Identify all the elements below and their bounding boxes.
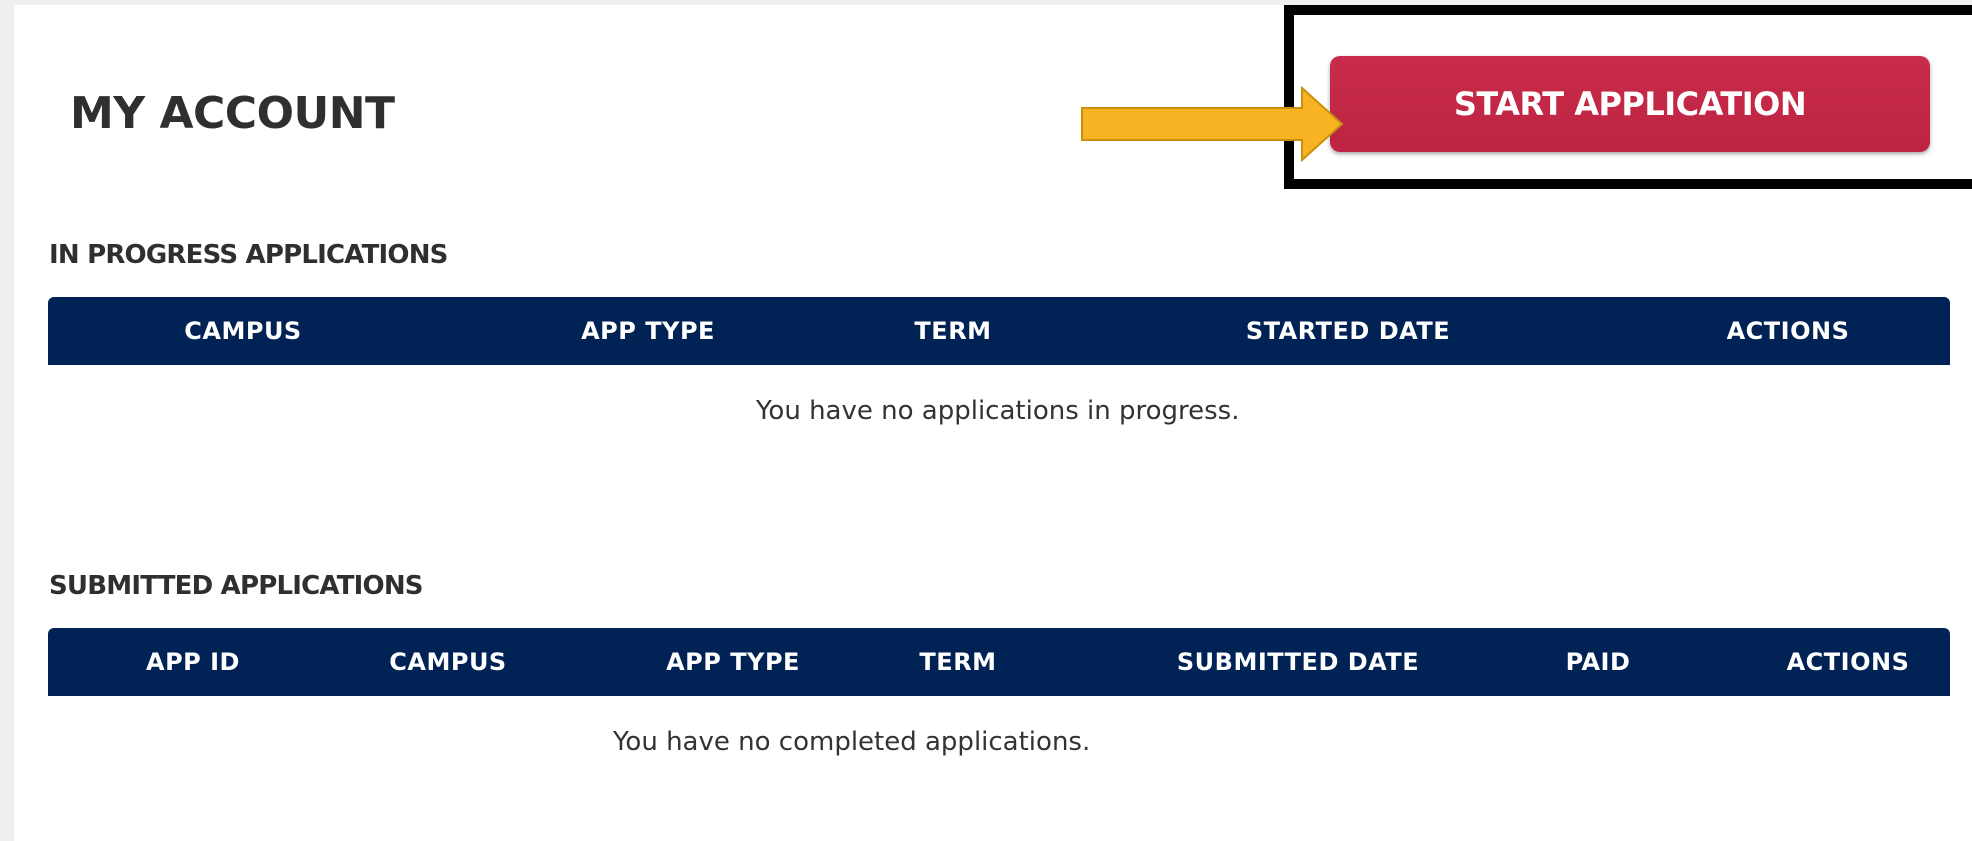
in-progress-table-header: CAMPUS APP TYPE TERM STARTED DATE ACTION… [48, 297, 1950, 365]
submitted-section-title: SUBMITTED APPLICATIONS [49, 571, 424, 601]
column-header-app-type[interactable]: APP TYPE [608, 628, 858, 696]
column-header-started-date[interactable]: STARTED DATE [1168, 297, 1528, 365]
submitted-empty-message: You have no completed applications. [613, 727, 1091, 757]
column-header-actions[interactable]: ACTIONS [1668, 297, 1908, 365]
column-header-app-id[interactable]: APP ID [108, 628, 278, 696]
arrow-right-icon [1081, 86, 1344, 162]
page-title: MY ACCOUNT [70, 88, 395, 139]
submitted-table-header: APP ID CAMPUS APP TYPE TERM SUBMITTED DA… [48, 628, 1950, 696]
column-header-paid[interactable]: PAID [1528, 628, 1668, 696]
column-header-campus[interactable]: CAMPUS [128, 297, 358, 365]
column-header-actions[interactable]: ACTIONS [1728, 628, 1968, 696]
in-progress-empty-message: You have no applications in progress. [756, 396, 1240, 426]
column-header-submitted-date[interactable]: SUBMITTED DATE [1118, 628, 1478, 696]
column-header-app-type[interactable]: APP TYPE [528, 297, 768, 365]
in-progress-section-title: IN PROGRESS APPLICATIONS [49, 240, 448, 270]
start-application-button[interactable]: START APPLICATION [1330, 56, 1930, 152]
column-header-campus[interactable]: CAMPUS [348, 628, 548, 696]
column-header-term[interactable]: TERM [878, 628, 1038, 696]
column-header-term[interactable]: TERM [858, 297, 1048, 365]
